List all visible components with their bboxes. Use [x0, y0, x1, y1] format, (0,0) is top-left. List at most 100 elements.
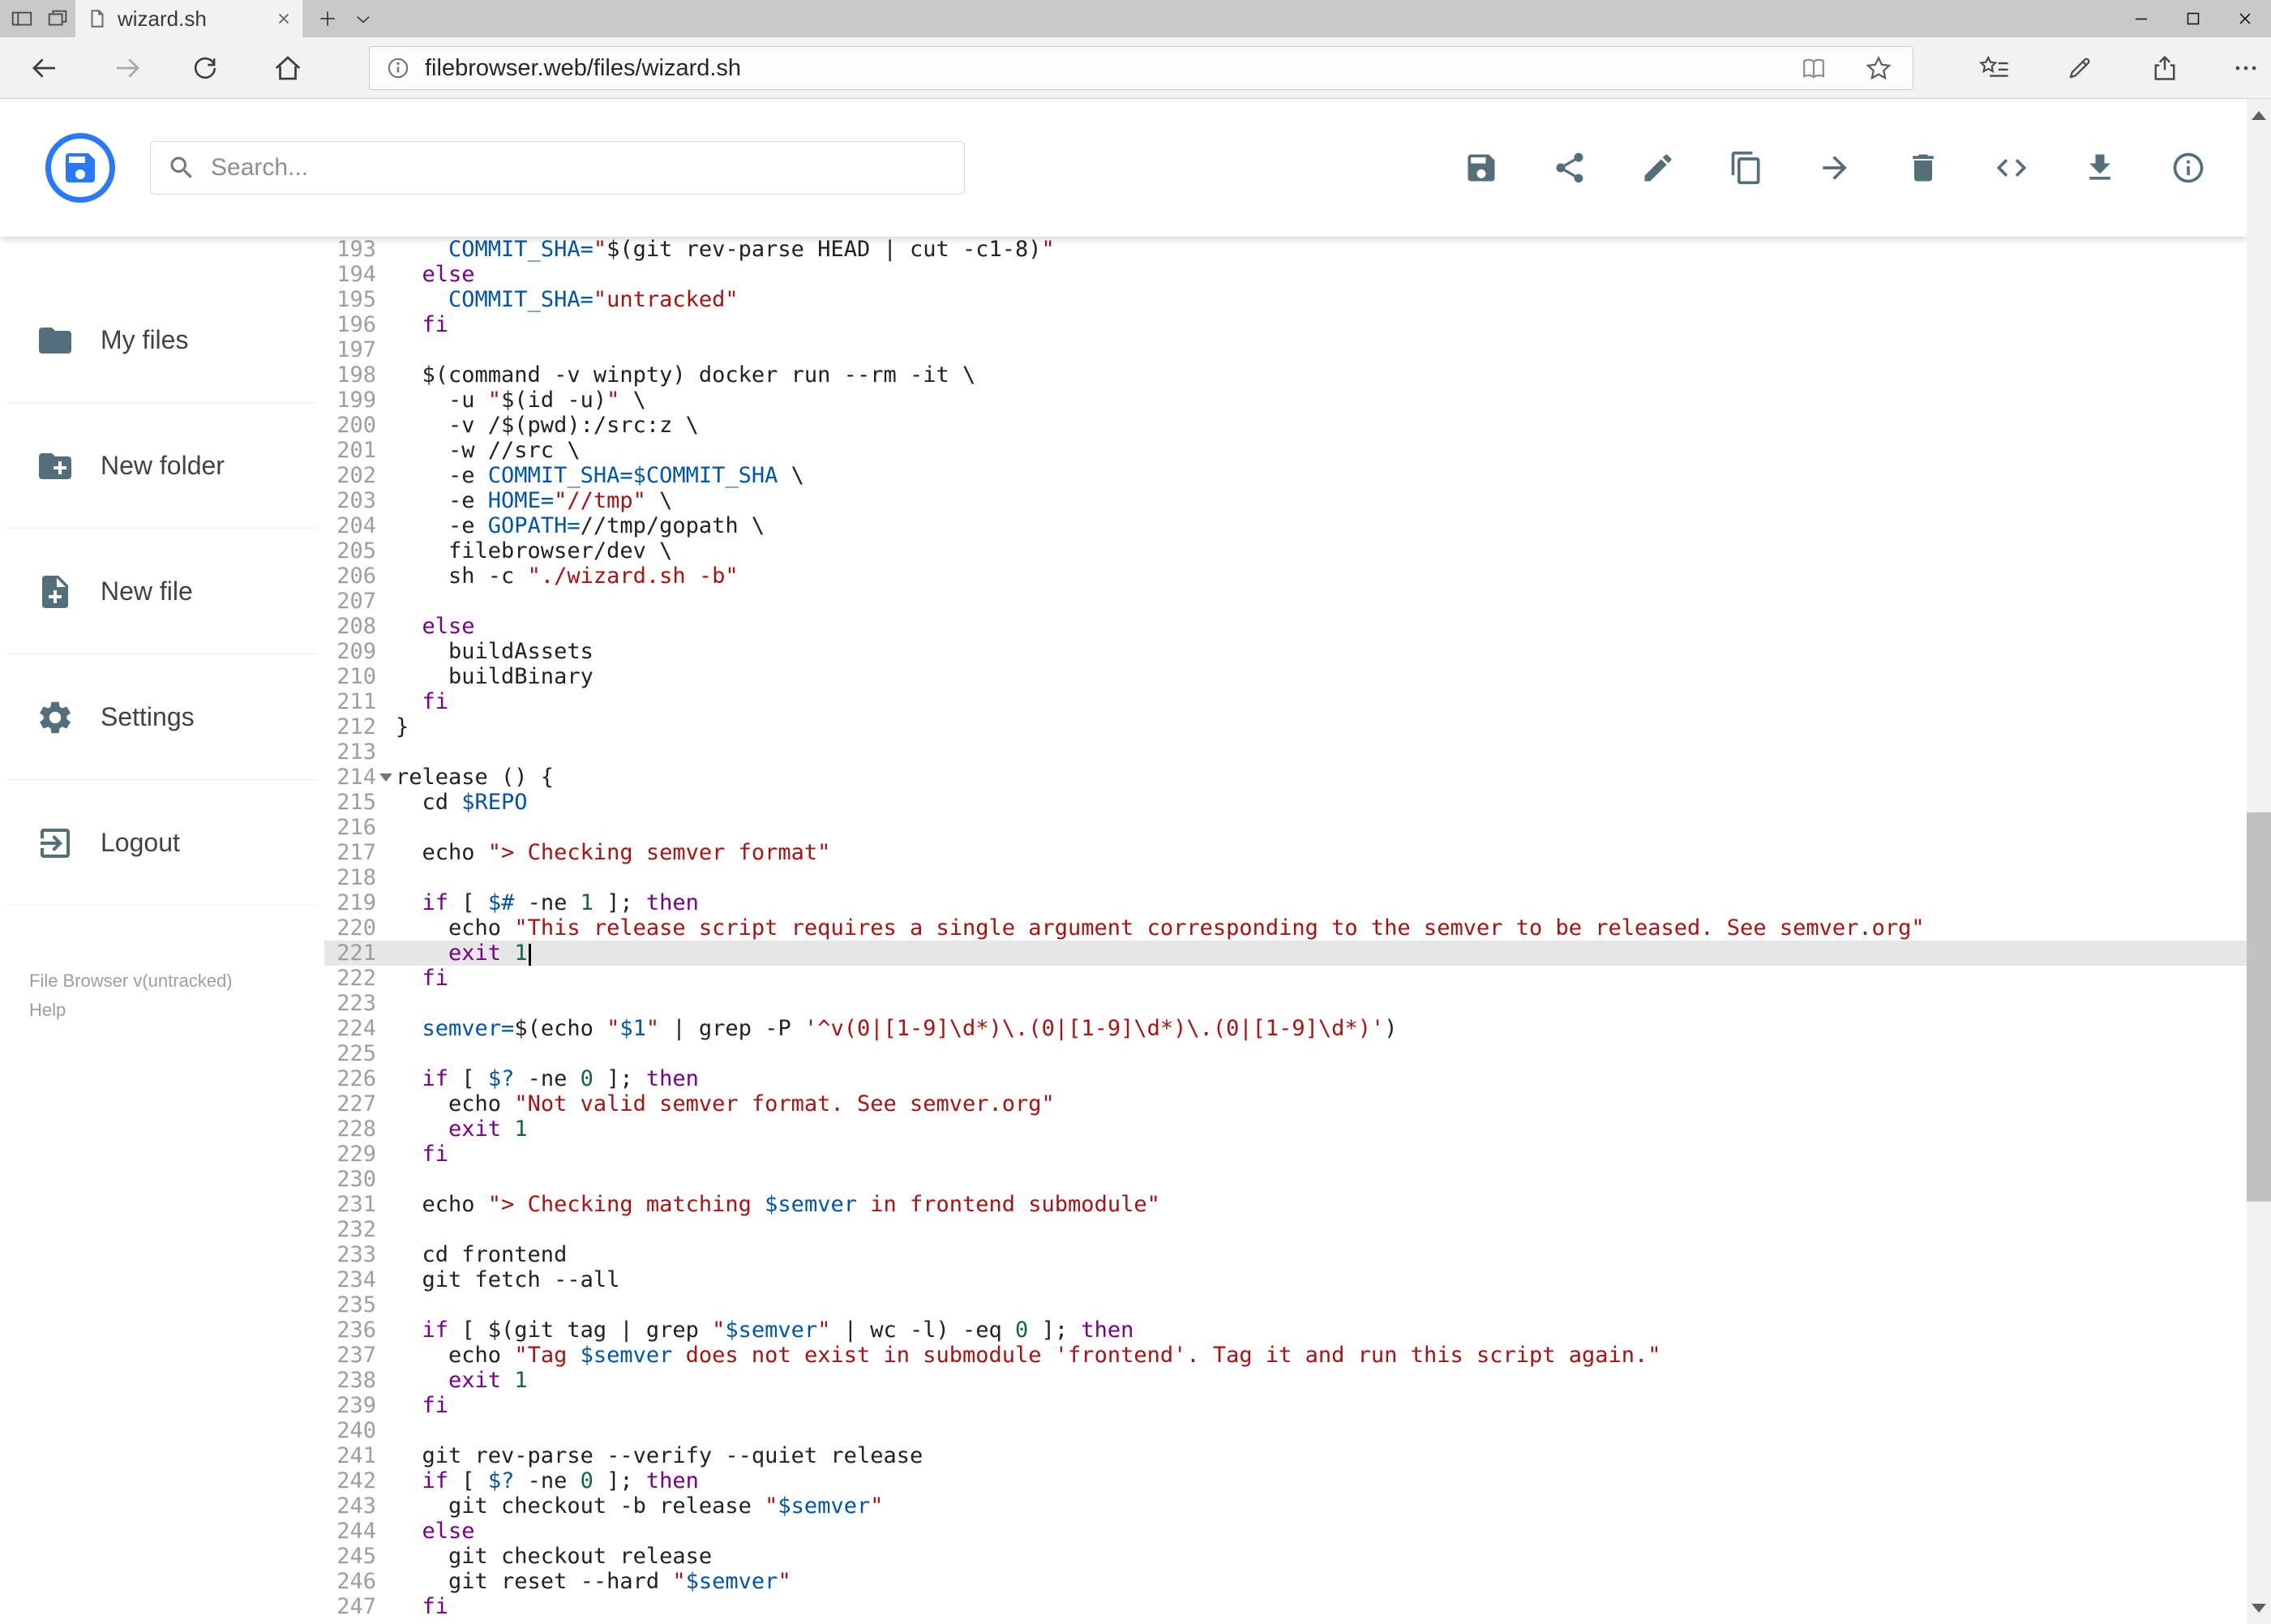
sidebar-item-my-files[interactable]: My files [0, 277, 324, 403]
code-line-232[interactable]: 232 [324, 1217, 2247, 1242]
favorite-star-icon[interactable] [1864, 54, 1893, 83]
code-line-236[interactable]: 236 if [ $(git tag | grep "$semver" | wc… [324, 1318, 2247, 1343]
browser-menu-button[interactable] [2228, 50, 2264, 86]
code-line-229[interactable]: 229 fi [324, 1142, 2247, 1167]
copy-button[interactable] [1729, 150, 1764, 186]
url-text[interactable]: filebrowser.web/files/wizard.sh [425, 55, 741, 82]
share-page-button[interactable] [2147, 50, 2183, 86]
code-line-208[interactable]: 208 else [324, 614, 2247, 639]
code-line-226[interactable]: 226 if [ $? -ne 0 ]; then [324, 1066, 2247, 1091]
code-line-244[interactable]: 244 else [324, 1519, 2247, 1544]
code-line-212[interactable]: 212} [324, 714, 2247, 739]
code-line-237[interactable]: 237 echo "Tag $semver does not exist in … [324, 1343, 2247, 1368]
code-line-214[interactable]: 214 release () { [324, 765, 2247, 790]
code-line-241[interactable]: 241 git rev-parse --verify --quiet relea… [324, 1443, 2247, 1468]
code-line-227[interactable]: 227 echo "Not valid semver format. See s… [324, 1091, 2247, 1116]
code-line-209[interactable]: 209 buildAssets [324, 639, 2247, 664]
code-line-210[interactable]: 210 buildBinary [324, 664, 2247, 689]
move-button[interactable] [1817, 150, 1853, 186]
new-tab-button[interactable] [313, 6, 342, 31]
code-line-239[interactable]: 239 fi [324, 1393, 2247, 1418]
share-button[interactable] [1552, 150, 1588, 186]
code-line-220[interactable]: 220 echo "This release script requires a… [324, 915, 2247, 941]
forward-button[interactable] [109, 50, 145, 86]
code-line-231[interactable]: 231 echo "> Checking matching $semver in… [324, 1192, 2247, 1217]
sidebar-item-logout[interactable]: Logout [0, 780, 324, 906]
code-line-230[interactable]: 230 [324, 1167, 2247, 1192]
code-line-199[interactable]: 199 -u "$(id -u)" \ [324, 388, 2247, 413]
code-line-211[interactable]: 211 fi [324, 689, 2247, 714]
save-button[interactable] [1463, 150, 1499, 186]
code-line-223[interactable]: 223 [324, 991, 2247, 1016]
page-scrollbar[interactable] [2247, 99, 2271, 1624]
browser-tab[interactable]: wizard.sh [75, 0, 302, 37]
code-line-233[interactable]: 233 cd frontend [324, 1242, 2247, 1267]
sidebar-item-settings[interactable]: Settings [0, 654, 324, 780]
download-button[interactable] [2082, 150, 2118, 186]
scrollbar-thumb[interactable] [2247, 812, 2271, 1202]
code-line-196[interactable]: 196 fi [324, 312, 2247, 337]
fold-arrow-icon[interactable] [379, 773, 392, 782]
code-line-216[interactable]: 216 [324, 815, 2247, 840]
sidebar-item-new-folder[interactable]: New folder [0, 403, 324, 529]
annotate-button[interactable] [2062, 50, 2097, 86]
sidebar-item-new-file[interactable]: New file [0, 529, 324, 654]
code-line-207[interactable]: 207 [324, 589, 2247, 614]
code-line-218[interactable]: 218 [324, 865, 2247, 890]
code-line-201[interactable]: 201 -w //src \ [324, 438, 2247, 463]
code-line-206[interactable]: 206 sh -c "./wizard.sh -b" [324, 563, 2247, 589]
address-bar[interactable]: filebrowser.web/files/wizard.sh [369, 46, 1913, 90]
code-line-198[interactable]: 198 $(command -v winpty) docker run --rm… [324, 362, 2247, 388]
code-line-203[interactable]: 203 -e HOME="//tmp" \ [324, 488, 2247, 513]
code-line-197[interactable]: 197 [324, 337, 2247, 362]
code-line-213[interactable]: 213 [324, 739, 2247, 765]
code-line-215[interactable]: 215 cd $REPO [324, 790, 2247, 815]
code-line-194[interactable]: 194 else [324, 262, 2247, 287]
window-minimize-button[interactable] [2115, 0, 2167, 37]
scroll-down-arrow-icon[interactable] [2247, 1592, 2271, 1624]
favorites-hub-button[interactable] [1977, 50, 2012, 86]
scroll-up-arrow-icon[interactable] [2247, 99, 2271, 131]
code-line-193[interactable]: 193 COMMIT_SHA="$(git rev-parse HEAD | c… [324, 237, 2247, 262]
code-line-243[interactable]: 243 git checkout -b release "$semver" [324, 1493, 2247, 1519]
delete-button[interactable] [1905, 150, 1941, 186]
app-logo[interactable] [45, 133, 115, 203]
window-maximize-button[interactable] [2167, 0, 2219, 37]
raw-view-button[interactable] [1994, 150, 2029, 186]
rename-button[interactable] [1640, 150, 1676, 186]
refresh-button[interactable] [187, 50, 223, 86]
code-line-205[interactable]: 205 filebrowser/dev \ [324, 538, 2247, 563]
code-line-242[interactable]: 242 if [ $? -ne 0 ]; then [324, 1468, 2247, 1493]
code-line-224[interactable]: 224 semver=$(echo "$1" | grep -P '^v(0|[… [324, 1016, 2247, 1041]
code-line-195[interactable]: 195 COMMIT_SHA="untracked" [324, 287, 2247, 312]
code-line-234[interactable]: 234 git fetch --all [324, 1267, 2247, 1292]
code-line-228[interactable]: 228 exit 1 [324, 1116, 2247, 1142]
home-button[interactable] [270, 50, 306, 86]
tabs-preview-button[interactable] [44, 6, 71, 31]
code-line-219[interactable]: 219 if [ $# -ne 1 ]; then [324, 890, 2247, 915]
code-line-225[interactable]: 225 [324, 1041, 2247, 1066]
code-line-204[interactable]: 204 -e GOPATH=//tmp/gopath \ [324, 513, 2247, 538]
code-line-222[interactable]: 222 fi [324, 966, 2247, 991]
code-editor[interactable]: 193 COMMIT_SHA="$(git rev-parse HEAD | c… [324, 237, 2247, 1624]
site-info-icon[interactable] [384, 54, 412, 82]
code-line-238[interactable]: 238 exit 1 [324, 1368, 2247, 1393]
set-tabs-aside-button[interactable] [8, 6, 36, 31]
code-line-245[interactable]: 245 git checkout release [324, 1544, 2247, 1569]
code-line-240[interactable]: 240 [324, 1418, 2247, 1443]
info-button[interactable] [2170, 150, 2206, 186]
code-line-235[interactable]: 235 [324, 1292, 2247, 1318]
tab-preview-chevron[interactable] [349, 8, 378, 31]
code-line-202[interactable]: 202 -e COMMIT_SHA=$COMMIT_SHA \ [324, 463, 2247, 488]
reading-view-icon[interactable] [1799, 54, 1828, 83]
code-line-246[interactable]: 246 git reset --hard "$semver" [324, 1569, 2247, 1594]
tab-close-icon[interactable] [275, 10, 293, 28]
code-line-200[interactable]: 200 -v /$(pwd):/src:z \ [324, 413, 2247, 438]
search-box[interactable]: Search... [150, 141, 965, 195]
code-line-217[interactable]: 217 echo "> Checking semver format" [324, 840, 2247, 865]
window-close-button[interactable] [2219, 0, 2271, 37]
code-line-247[interactable]: 247 fi [324, 1594, 2247, 1619]
back-button[interactable] [27, 50, 62, 86]
code-line-221[interactable]: 221 exit 1 [324, 941, 2247, 966]
help-link[interactable]: Help [29, 996, 233, 1025]
